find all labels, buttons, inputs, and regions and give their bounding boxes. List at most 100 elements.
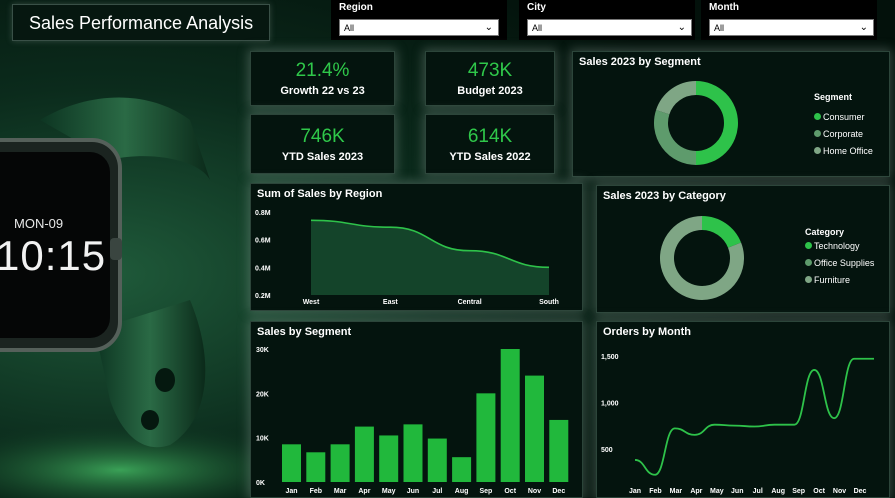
bar-oct[interactable] xyxy=(500,349,520,482)
sales-bar-chart: 30K 20K 10K 0K Jan Feb Mar Apr May Jun Jul Aug Sep Oc… xyxy=(256,347,569,495)
category-donut-chart xyxy=(660,216,744,300)
donut-slice-corporate[interactable] xyxy=(654,110,697,165)
x-tick-label: Jan xyxy=(285,488,297,495)
x-tick-label: Sep xyxy=(792,488,805,495)
kpi-label: YTD Sales 2023 xyxy=(281,150,364,163)
y-tick-label: 0.6M xyxy=(255,238,271,245)
y-tick-label: 20K xyxy=(256,391,269,398)
bar-dec[interactable] xyxy=(549,419,569,482)
legend-title: Segment xyxy=(814,92,853,102)
filter-city: City All ⌄ xyxy=(519,0,695,40)
bar-jan[interactable] xyxy=(282,444,301,482)
x-tick-label: Sep xyxy=(479,488,492,495)
bar-sep[interactable] xyxy=(476,393,496,482)
legend-dot xyxy=(805,242,812,249)
kpi-value: 614K xyxy=(467,125,513,147)
donut-slice-technology[interactable] xyxy=(701,216,742,249)
x-tick-label: Mar xyxy=(334,488,347,495)
donut-slice-consumer[interactable] xyxy=(695,81,738,165)
x-tick-label: West xyxy=(303,299,320,306)
category-legend: Category Technology Office Supplies Furn… xyxy=(805,227,874,288)
x-tick-label: Jun xyxy=(731,488,743,495)
kpi-card-growth[interactable]: 21.4% Growth 22 vs 23 xyxy=(250,51,395,106)
chart-title: Sales 2023 by Segment xyxy=(579,56,701,68)
y-tick-label: 0.4M xyxy=(255,265,271,272)
bar-apr[interactable] xyxy=(354,426,374,482)
x-tick-label: Central xyxy=(458,299,482,306)
legend-label: Furniture xyxy=(814,274,851,285)
legend-label: Home Office xyxy=(823,145,873,156)
x-tick-label: Dec xyxy=(552,488,565,495)
filter-month-label: Month xyxy=(709,2,739,13)
x-tick-label: Jan xyxy=(629,488,641,495)
filter-region: Region All ⌄ xyxy=(331,0,507,40)
y-tick-label: 500 xyxy=(601,447,613,454)
bar-aug[interactable] xyxy=(452,457,472,482)
segment-legend: Segment Consumer Corporate Home Office xyxy=(814,92,873,159)
region-dropdown[interactable]: All ⌄ xyxy=(339,19,499,36)
kpi-card-ytd-2023[interactable]: 746K YTD Sales 2023 xyxy=(250,114,395,174)
kpi-value: 21.4% xyxy=(295,60,350,81)
region-area-panel[interactable]: Sum of Sales by Region 0.8M 0.6M 0.4M 0.2M W… xyxy=(250,183,583,311)
bar-jun[interactable] xyxy=(403,424,423,482)
x-tick-label: Aug xyxy=(455,488,469,495)
legend-item[interactable]: Consumer xyxy=(814,108,873,125)
x-tick-label: Mar xyxy=(670,488,683,495)
x-tick-label: Nov xyxy=(528,488,541,495)
x-tick-label: Oct xyxy=(504,488,516,495)
x-tick-label: Aug xyxy=(771,488,785,495)
orders-line[interactable] xyxy=(634,357,874,476)
bar-may[interactable] xyxy=(379,435,399,482)
legend-item[interactable]: Office Supplies xyxy=(805,254,874,271)
legend-dot xyxy=(814,130,821,137)
region-dropdown-value: All xyxy=(344,23,355,33)
x-tick-label: Jul xyxy=(753,488,763,495)
kpi-label: Budget 2023 xyxy=(457,85,523,97)
legend-item[interactable]: Technology xyxy=(805,237,874,254)
segment-donut-chart xyxy=(654,81,738,165)
kpi-value: 473K xyxy=(467,60,513,81)
kpi-card-ytd-2022[interactable]: 614K YTD Sales 2022 xyxy=(425,114,555,174)
legend-label: Consumer xyxy=(823,111,865,122)
x-tick-label: Jul xyxy=(432,488,442,495)
kpi-card-budget[interactable]: 473K Budget 2023 xyxy=(425,51,555,106)
legend-item[interactable]: Corporate xyxy=(814,125,873,142)
x-tick-label: Apr xyxy=(690,488,702,495)
bar-nov[interactable] xyxy=(525,375,544,482)
month-dropdown-value: All xyxy=(714,23,725,33)
month-dropdown[interactable]: All ⌄ xyxy=(709,19,874,36)
x-tick-label: May xyxy=(382,488,396,495)
bar-mar[interactable] xyxy=(330,444,350,482)
legend-dot xyxy=(805,276,812,283)
watch-date: MON-09 xyxy=(14,216,64,231)
y-tick-label: 1,500 xyxy=(601,354,619,361)
x-tick-label: Apr xyxy=(358,488,370,495)
legend-label: Office Supplies xyxy=(814,257,875,268)
area-fill xyxy=(311,220,549,295)
bar-jul[interactable] xyxy=(427,438,447,482)
legend-item[interactable]: Furniture xyxy=(805,271,874,288)
category-donut-panel[interactable]: Sales 2023 by Category Category Technolo… xyxy=(596,185,890,313)
segment-donut-panel[interactable]: Sales 2023 by Segment Segment Consumer C… xyxy=(572,51,890,177)
chevron-down-icon: ⌄ xyxy=(859,22,868,33)
legend-label: Corporate xyxy=(823,128,864,139)
filter-region-label: Region xyxy=(339,2,373,13)
kpi-value: 746K xyxy=(300,125,345,147)
x-tick-label: May xyxy=(710,488,724,495)
x-tick-label: Dec xyxy=(854,488,867,495)
city-dropdown[interactable]: All ⌄ xyxy=(527,19,692,36)
sales-bar-panel[interactable]: Sales by Segment 30K 20K 10K 0K Jan Feb Mar Apr… xyxy=(250,321,583,498)
legend-item[interactable]: Home Office xyxy=(814,142,873,159)
region-area-chart: 0.8M 0.6M 0.4M 0.2M West East Central South xyxy=(255,210,559,306)
y-tick-label: 10K xyxy=(256,436,269,443)
bar-feb[interactable] xyxy=(306,452,326,482)
x-tick-label: East xyxy=(383,299,398,306)
report-title: Sales Performance Analysis xyxy=(29,13,254,33)
kpi-label: Growth 22 vs 23 xyxy=(280,85,365,97)
donut-slice-home-office[interactable] xyxy=(656,81,697,115)
x-tick-label: Feb xyxy=(649,488,661,495)
y-tick-label: 1,000 xyxy=(601,400,619,407)
orders-line-panel[interactable]: Orders by Month 1,500 1,000 500 Jan Feb Mar Ap… xyxy=(596,321,890,498)
chevron-down-icon: ⌄ xyxy=(484,22,493,33)
x-tick-label: Jun xyxy=(407,488,419,495)
